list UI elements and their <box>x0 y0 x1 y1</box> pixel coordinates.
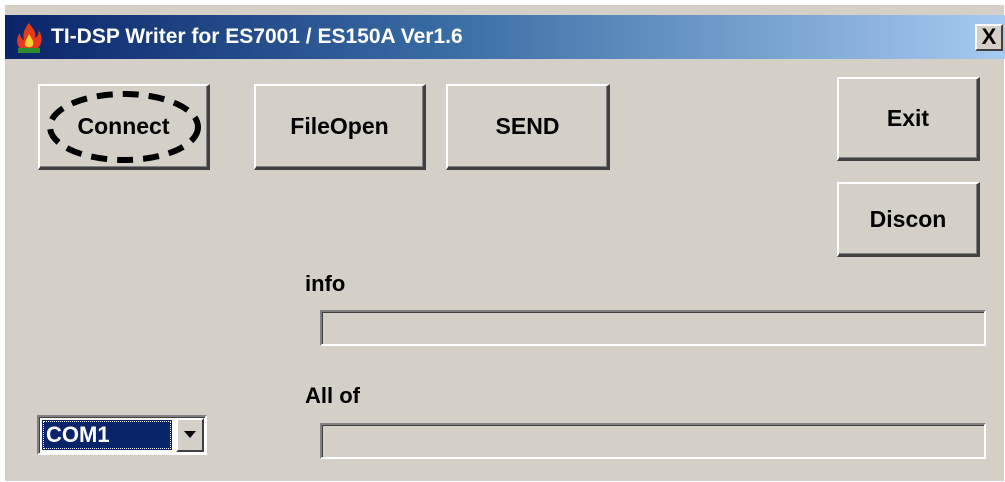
app-flame-icon <box>17 23 42 53</box>
window-title: TI-DSP Writer for ES7001 / ES150A Ver1.6 <box>51 25 463 48</box>
chevron-down-icon[interactable] <box>176 418 204 452</box>
app-window: TI-DSP Writer for ES7001 / ES150A Ver1.6… <box>4 4 1005 481</box>
title-bar[interactable]: TI-DSP Writer for ES7001 / ES150A Ver1.6… <box>5 15 1005 59</box>
file-open-button-label: FileOpen <box>290 113 389 139</box>
close-button[interactable]: X <box>975 24 1003 51</box>
disconnect-button[interactable]: Discon <box>837 182 980 257</box>
connect-button-label: Connect <box>77 113 170 139</box>
info-label: info <box>305 271 346 296</box>
connect-button[interactable]: Connect <box>38 84 210 170</box>
disconnect-button-label: Discon <box>869 205 947 232</box>
all-of-label: All of <box>305 383 360 408</box>
file-open-button[interactable]: FileOpen <box>254 84 426 170</box>
send-button[interactable]: SEND <box>446 84 610 170</box>
com-port-selected-value[interactable]: COM1 <box>42 420 172 450</box>
send-button-label: SEND <box>495 113 560 139</box>
com-port-select[interactable]: COM1 <box>37 415 207 455</box>
all-of-field <box>320 423 986 459</box>
exit-button-label: Exit <box>886 105 930 131</box>
info-field <box>320 310 986 346</box>
exit-button[interactable]: Exit <box>837 77 980 161</box>
